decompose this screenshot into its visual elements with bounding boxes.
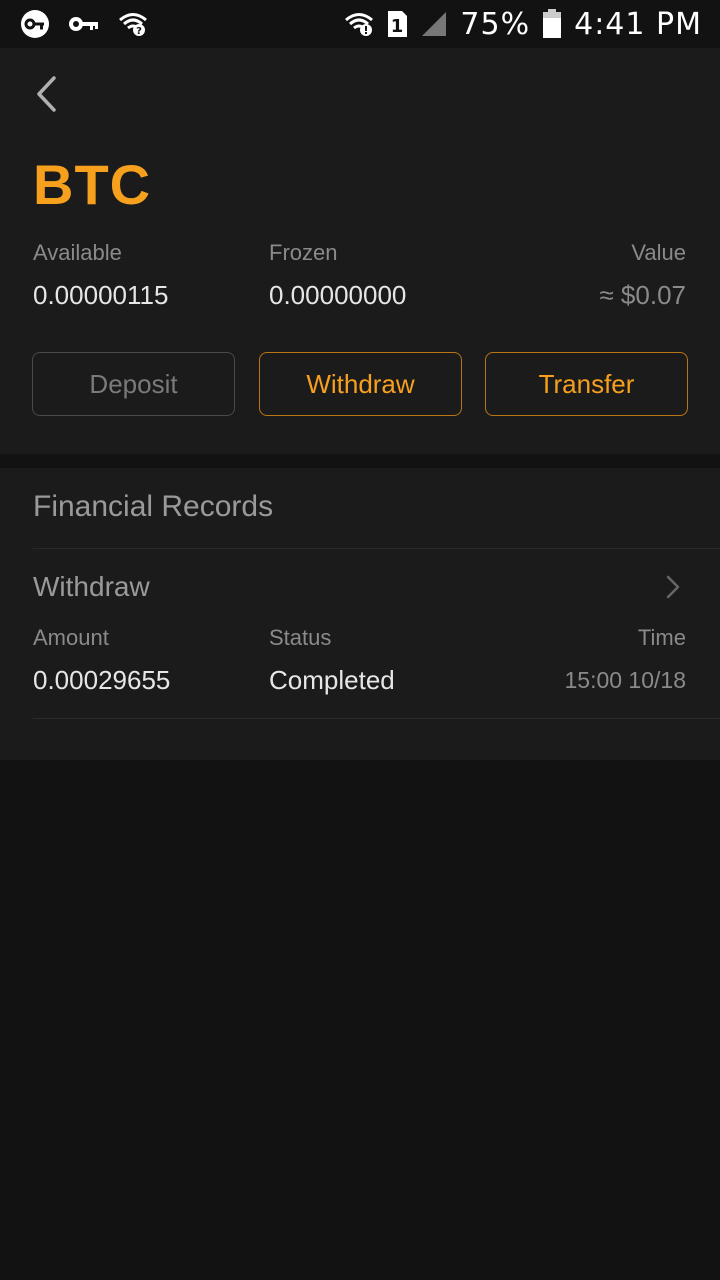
status-label: Status bbox=[269, 625, 332, 650]
available-label: Available bbox=[33, 240, 122, 265]
deposit-button[interactable]: Deposit bbox=[32, 352, 235, 416]
wifi-question-icon: ? bbox=[118, 11, 148, 37]
chevron-right-icon bbox=[666, 575, 680, 604]
back-button[interactable] bbox=[26, 75, 66, 118]
time-value: 15:00 10/18 bbox=[564, 667, 686, 693]
status-bar: ? 1 75% 4:41 PM bbox=[0, 0, 720, 48]
frozen-label: Frozen bbox=[269, 240, 338, 265]
divider bbox=[33, 718, 720, 719]
coin-title: BTC bbox=[33, 153, 152, 216]
withdraw-button[interactable]: Withdraw bbox=[259, 352, 462, 416]
record-type: Withdraw bbox=[33, 571, 150, 602]
status-value: Completed bbox=[269, 665, 395, 695]
record-item[interactable]: Withdraw Amount 0.00029655 Status Comple… bbox=[0, 549, 720, 718]
time-label: Time bbox=[637, 625, 686, 650]
amount-label: Amount bbox=[33, 625, 109, 650]
svg-text:?: ? bbox=[136, 26, 142, 37]
signal-icon bbox=[420, 10, 448, 38]
value-label: Value bbox=[631, 240, 686, 265]
vpn-key-icon bbox=[20, 9, 50, 39]
frozen-value: 0.00000000 bbox=[269, 280, 407, 310]
sim-1-icon: 1 bbox=[386, 10, 408, 38]
key-icon bbox=[68, 14, 100, 34]
clock: 4:41 PM bbox=[574, 6, 702, 42]
financial-records: Financial Records Withdraw Amount 0.0002… bbox=[0, 468, 720, 760]
asset-header: BTC Available 0.00000115 Frozen 0.000000… bbox=[0, 48, 720, 454]
transfer-button[interactable]: Transfer bbox=[485, 352, 688, 416]
amount-value: 0.00029655 bbox=[33, 665, 171, 695]
records-title: Financial Records bbox=[33, 490, 274, 523]
chevron-left-icon bbox=[34, 75, 58, 118]
svg-text:1: 1 bbox=[391, 16, 404, 37]
value-amount: ≈ $0.07 bbox=[599, 280, 686, 310]
battery-icon bbox=[542, 9, 562, 39]
wifi-alert-icon bbox=[344, 11, 374, 37]
battery-percent: 75% bbox=[460, 6, 531, 42]
available-value: 0.00000115 bbox=[33, 280, 169, 310]
